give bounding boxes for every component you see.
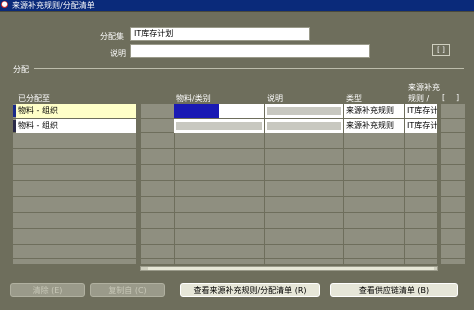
row1-assigned-to[interactable]: 物料 - 组织	[16, 104, 136, 118]
row-divider	[13, 148, 465, 149]
grid-col-flex	[441, 104, 465, 264]
row-divider	[13, 180, 465, 181]
clear-button[interactable]: 清除 (E)	[10, 283, 85, 297]
row2-description-redacted	[267, 122, 341, 130]
context-field-button[interactable]: [ ]	[432, 44, 450, 56]
row-divider	[13, 196, 465, 197]
col-header-item-category: 物料/类别	[176, 94, 211, 103]
view-rules-button[interactable]: 查看来源补充规则/分配清单 (R)	[180, 283, 320, 297]
col-header-assigned-to: 已分配至	[18, 94, 50, 103]
row2-assigned-to[interactable]: 物料 - 组织	[16, 119, 136, 133]
row-divider	[13, 212, 465, 213]
row1-type[interactable]: 来源补充规则	[344, 104, 404, 118]
row-divider	[13, 228, 465, 229]
row2-type[interactable]: 来源补充规则	[344, 119, 404, 133]
title-bar: ● 来源补充规则/分配清单	[0, 0, 474, 12]
copy-from-button[interactable]: 复制自 (C)	[90, 283, 165, 297]
section-divider	[34, 68, 464, 69]
col-header-source-rule-bottom: 规则 /	[408, 94, 430, 103]
flex-close-bracket[interactable]: ]	[456, 93, 459, 102]
row1-source-rule[interactable]: IT库存计划	[405, 104, 437, 118]
description-field[interactable]	[130, 44, 370, 58]
window-title: 来源补充规则/分配清单	[12, 1, 95, 10]
assignment-set-label: 分配集	[100, 32, 124, 41]
row2-item-redacted	[176, 122, 262, 130]
row2-source-rule[interactable]: IT库存计划	[405, 119, 437, 133]
description-label: 说明	[110, 49, 126, 58]
grid-col-spacer	[141, 104, 174, 264]
col-header-description: 说明	[267, 94, 283, 103]
window-menu-icon[interactable]: ●	[1, 1, 8, 8]
col-header-source-rule-top: 来源补充	[408, 83, 440, 92]
assignment-set-field[interactable]: IT库存计划	[130, 27, 310, 41]
col-header-type: 类型	[346, 94, 362, 103]
scrollbar-thumb[interactable]	[148, 267, 434, 270]
flex-open-bracket[interactable]: [	[442, 93, 445, 102]
view-supply-chain-button[interactable]: 查看供应链清单 (B)	[330, 283, 458, 297]
row-divider	[13, 258, 465, 259]
row1-description-redacted	[267, 107, 341, 115]
section-title: 分配	[13, 65, 29, 74]
row-divider	[13, 244, 465, 245]
row1-item-selection	[174, 104, 219, 118]
row-divider	[13, 164, 465, 165]
